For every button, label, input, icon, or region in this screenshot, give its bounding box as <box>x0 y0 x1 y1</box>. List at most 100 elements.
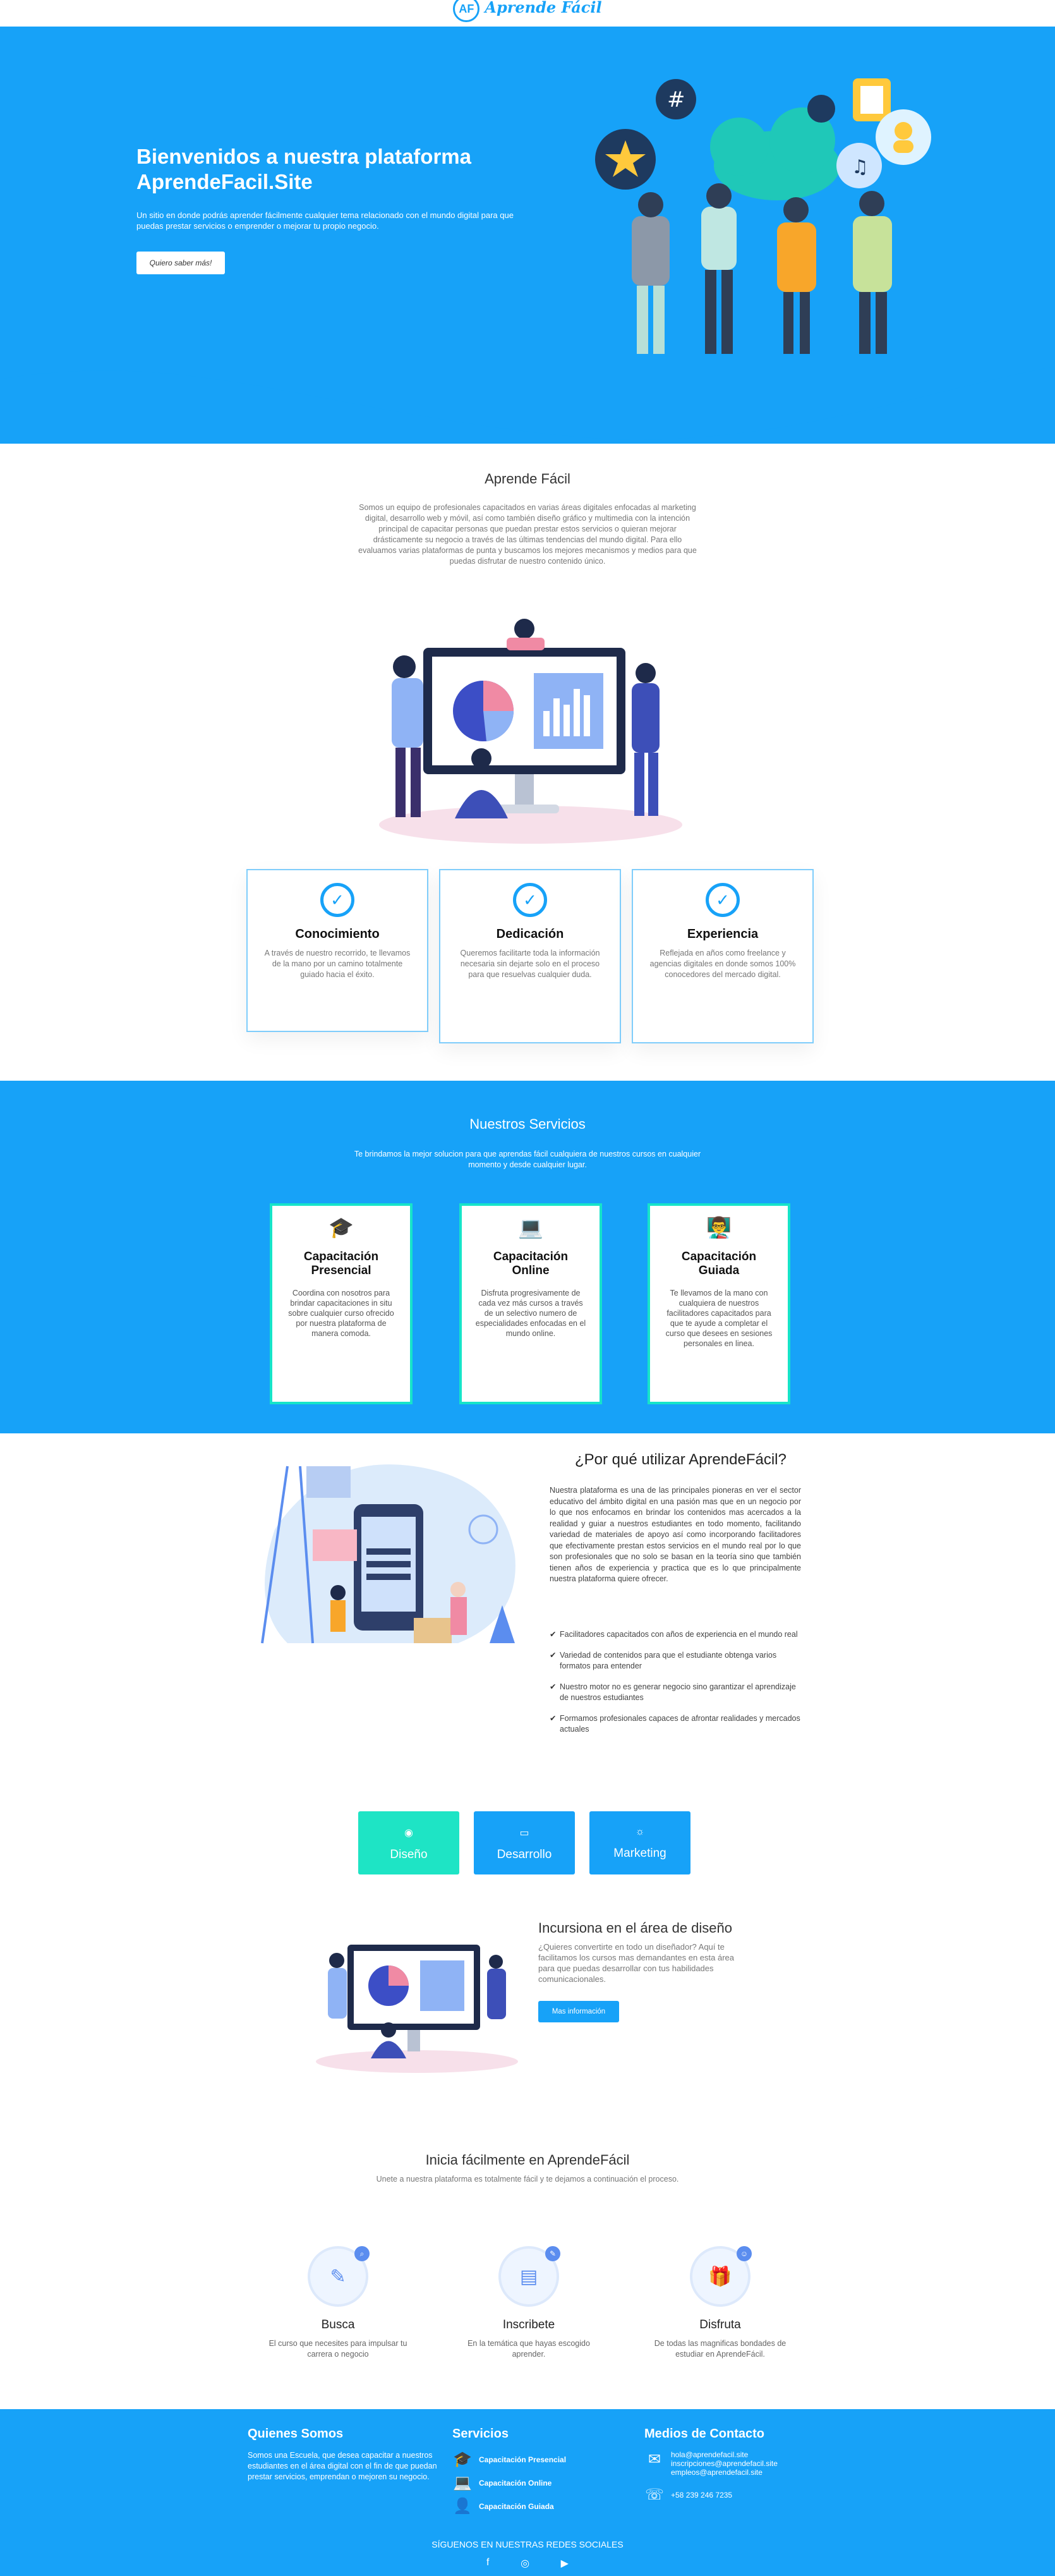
site-footer: Quienes Somos Somos una Escuela, que des… <box>0 2409 1055 2576</box>
list-item: Facilitadores capacitados con años de ex… <box>550 1629 802 1640</box>
footer-about-text: Somos una Escuela, que desea capacitar a… <box>248 2451 437 2481</box>
why-list: Facilitadores capacitados con años de ex… <box>550 1629 802 1745</box>
hero-cta-button[interactable]: Quiero saber más! <box>136 252 225 274</box>
why-title: ¿Por qué utilizar AprendeFácil? <box>575 1451 787 1468</box>
hero-wave-divider <box>0 354 1055 440</box>
youtube-icon[interactable]: ▶ <box>561 2557 569 2570</box>
hero-illustration: # ♫ <box>595 78 931 365</box>
service-card-guided: 👨‍🏫 Capacitación Guiada Te llevamos de l… <box>648 1203 790 1404</box>
gift-icon: 🎁 ☺ <box>690 2246 752 2307</box>
list-item: Formamos profesionales capaces de afront… <box>550 1713 802 1735</box>
design-text: ¿Quieres convertirte en todo un diseñado… <box>538 1942 734 1984</box>
palette-icon: ◉ <box>404 1828 413 1838</box>
graduate-icon: 🎓 <box>453 2451 472 2468</box>
start-text: Unete a nuestra plataforma es totalmente… <box>376 2175 679 2184</box>
svg-text:♫: ♫ <box>852 156 869 178</box>
service-title: Capacitación Presencial <box>303 1250 379 1277</box>
instagram-icon[interactable]: ◎ <box>521 2557 529 2570</box>
email-link[interactable]: empleos@aprendefacil.site <box>671 2468 778 2477</box>
document-icon: ▤ ✎ <box>498 2246 560 2307</box>
logo-mark: AF <box>453 0 480 22</box>
social-title: SÍGUENOS EN NUESTRAS REDES SOCIALES <box>431 2539 624 2549</box>
feature-text: Reflejada en años como freelance y agenc… <box>649 949 796 979</box>
more-info-button[interactable]: Mas información <box>538 2001 619 2022</box>
whatsapp-icon: ☏ <box>644 2486 664 2503</box>
logo[interactable]: AF Aprende Fácil <box>453 0 602 22</box>
laptop-icon: 💻 <box>453 2474 472 2491</box>
feature-card-dedication: ✓ Dedicación Queremos facilitarte toda l… <box>439 869 621 1043</box>
hero-title: Bienvenidos a nuestra plataforma Aprende… <box>136 145 471 193</box>
check-circle-icon: ✓ <box>320 883 354 917</box>
step-title: Busca <box>321 2318 355 2331</box>
services-title: Nuestros Servicios <box>469 1116 586 1132</box>
step-badge-icon: ⌕ <box>354 2246 370 2261</box>
design-illustration <box>316 1945 518 2073</box>
service-card-presencial: 🎓 Capacitación Presencial Coordina con n… <box>270 1203 413 1404</box>
social-links: f ◎ ▶ <box>486 2557 569 2570</box>
list-item: Nuestro motor no es generar negocio sino… <box>550 1682 802 1703</box>
email-link[interactable]: inscripciones@aprendefacil.site <box>671 2459 778 2468</box>
footer-about-title: Quienes Somos <box>248 2427 344 2441</box>
footer-emails: ✉ hola@aprendefacil.site inscripciones@a… <box>644 2450 834 2477</box>
services-text: Te brindamos la mejor solucion para que … <box>354 1150 701 1169</box>
laptop-icon: ▭ <box>519 1828 529 1838</box>
svg-text:#: # <box>667 87 685 112</box>
list-item: Variedad de contenidos para que el estud… <box>550 1650 802 1672</box>
lightbulb-icon: ☼ <box>635 1826 645 1837</box>
user-teacher-icon: 👨‍🏫 <box>706 1216 732 1239</box>
footer-about: Quienes Somos Somos una Escuela, que des… <box>248 2427 437 2482</box>
graduate-icon: 🎓 <box>329 1216 354 1239</box>
feature-title: Dedicación <box>496 927 564 941</box>
why-text: Nuestra plataforma es una de las princip… <box>550 1486 801 1583</box>
footer-service-link[interactable]: 🎓 Capacitación Presencial <box>452 2450 629 2469</box>
tab-label: Marketing <box>613 1847 666 1860</box>
service-title: Capacitación Guiada <box>681 1250 757 1277</box>
footer-service-link[interactable]: 👤 Capacitación Guiada <box>452 2497 629 2515</box>
feature-text: Queremos facilitarte toda la información… <box>460 949 600 979</box>
step-title: Inscribete <box>502 2318 555 2331</box>
tab-label: Desarrollo <box>497 1848 552 1861</box>
feature-text: A través de nuestro recorrido, te llevam… <box>264 949 411 979</box>
step-badge-icon: ✎ <box>545 2246 560 2261</box>
footer-contact-title: Medios de Contacto <box>644 2427 765 2441</box>
footer-contact: Medios de Contacto ✉ hola@aprendefacil.s… <box>644 2427 834 2509</box>
start-title: Inicia fácilmente en AprendeFácil <box>425 2152 630 2168</box>
edit-icon: ✎ ⌕ <box>308 2246 370 2307</box>
why-illustration <box>261 1464 515 1644</box>
service-text: Te llevamos de la mano con cualquiera de… <box>665 1289 773 1348</box>
service-title: Capacitación Online <box>493 1250 569 1277</box>
footer-phone[interactable]: ☏ +58 239 246 7235 <box>644 2486 834 2504</box>
facebook-icon[interactable]: f <box>486 2557 489 2570</box>
tab-design[interactable]: ◉ Diseño <box>358 1811 459 1874</box>
about-text: Somos un equipo de profesionales capacit… <box>358 503 697 566</box>
step-text: De todas las magnificas bondades de estu… <box>654 2339 787 2359</box>
service-text: Coordina con nosotros para brindar capac… <box>288 1289 394 1338</box>
envelope-icon: ✉ <box>648 2451 661 2468</box>
laptop-icon: 💻 <box>518 1216 543 1239</box>
step-enjoy: 🎁 ☺ Disfruta De todas las magnificas bond… <box>632 2246 809 2360</box>
check-circle-icon: ✓ <box>706 883 740 917</box>
step-search: ✎ ⌕ Busca El curso que necesites para imp… <box>250 2246 426 2360</box>
tab-label: Diseño <box>390 1848 428 1861</box>
footer-service-link[interactable]: 💻 Capacitación Online <box>452 2474 629 2492</box>
feature-card-experience: ✓ Experiencia Reflejada en años como fre… <box>632 869 814 1043</box>
about-title: Aprende Fácil <box>485 471 570 487</box>
check-circle-icon: ✓ <box>513 883 547 917</box>
step-text: El curso que necesites para impulsar tu … <box>268 2339 407 2359</box>
email-link[interactable]: hola@aprendefacil.site <box>671 2450 778 2459</box>
tab-marketing[interactable]: ☼ Marketing <box>589 1811 690 1874</box>
step-text: En la temática que hayas escogido aprend… <box>467 2339 590 2359</box>
user-teacher-icon: 👤 <box>453 2498 472 2515</box>
step-badge-icon: ☺ <box>737 2246 752 2261</box>
logo-text: Aprende Fácil <box>485 0 602 16</box>
footer-services-title: Servicios <box>452 2427 509 2441</box>
feature-title: Experiencia <box>687 927 759 941</box>
footer-services: Servicios 🎓 Capacitación Presencial 💻 Capa… <box>452 2427 629 2520</box>
service-text: Disfruta progresivamente de cada vez más… <box>475 1289 586 1338</box>
step-enroll: ▤ ✎ Inscribete En la temática que hayas e… <box>440 2246 617 2360</box>
feature-title: Conocimiento <box>295 927 380 941</box>
step-title: Disfruta <box>699 2318 741 2331</box>
service-card-online: 💻 Capacitación Online Disfruta progresiv… <box>459 1203 602 1404</box>
tab-development[interactable]: ▭ Desarrollo <box>474 1811 575 1874</box>
hero-text: Un sitio en donde podrás aprender fácilm… <box>136 210 514 231</box>
